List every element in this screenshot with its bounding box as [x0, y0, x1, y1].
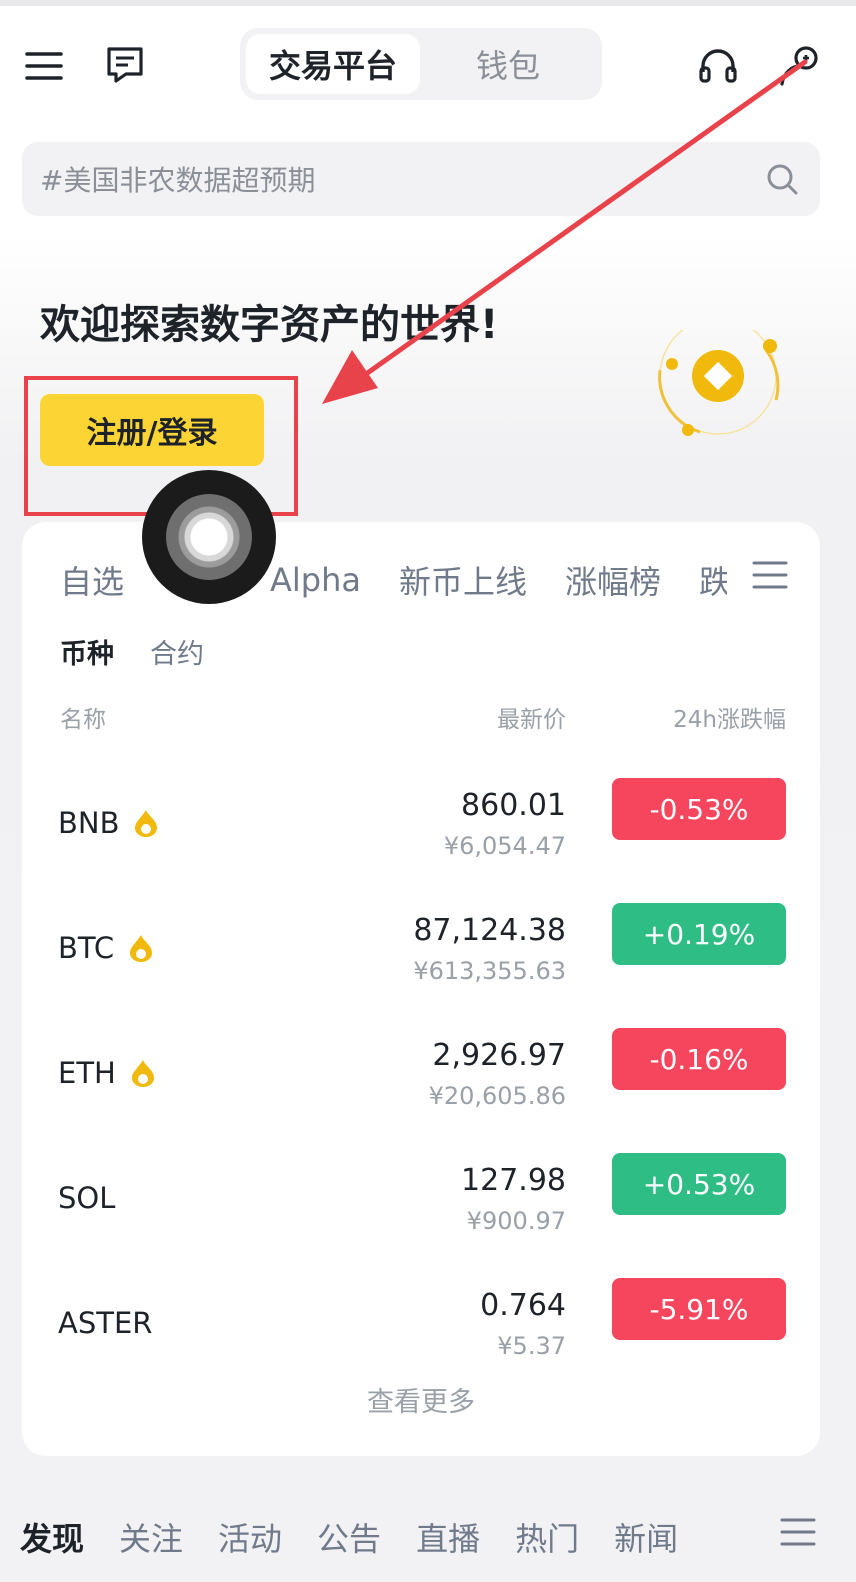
table-row[interactable]: ETH 2,926.97 ¥20,605.86 -0.16% [22, 1028, 820, 1162]
price-value: 2,926.97 [432, 1038, 566, 1073]
column-header-change[interactable]: 24h涨跌幅 [673, 700, 786, 734]
tab-news[interactable]: 新闻 [614, 1514, 678, 1560]
symbol-cell: ETH [58, 1056, 156, 1090]
message-icon[interactable] [102, 42, 148, 88]
register-login-button[interactable]: 注册/登录 [40, 394, 264, 466]
feed-tabs: 发现 关注 活动 公告 直播 热门 新闻 [20, 1512, 840, 1562]
change-badge[interactable]: -0.53% [612, 778, 786, 840]
tab-alpha[interactable]: Alpha [270, 561, 361, 599]
tab-discover[interactable]: 发现 [20, 1514, 84, 1560]
tab-trending[interactable]: 热门 [515, 1514, 579, 1560]
symbol-cell: SOL [58, 1181, 115, 1215]
tab-new-listings[interactable]: 新币上线 [399, 557, 527, 603]
search-icon[interactable] [762, 159, 802, 199]
menu-icon[interactable] [22, 44, 66, 88]
tab-activities[interactable]: 活动 [218, 1514, 282, 1560]
headset-icon[interactable] [694, 42, 742, 90]
change-badge[interactable]: -5.91% [612, 1278, 786, 1340]
flame-icon [128, 933, 154, 963]
price-value: 127.98 [461, 1163, 566, 1198]
symbol-cell: ASTER [58, 1306, 152, 1340]
symbol-label: ASTER [58, 1306, 153, 1340]
change-badge[interactable]: -0.16% [612, 1028, 786, 1090]
touch-indicator-icon [142, 470, 276, 604]
tab-wallet[interactable]: 钱包 [420, 34, 596, 94]
symbol-cell: BTC [58, 931, 154, 965]
feed-menu-icon[interactable] [780, 1512, 820, 1558]
price-cny: ¥900.97 [466, 1207, 566, 1235]
price-cny: ¥613,355.63 [413, 957, 566, 985]
platform-switch: 交易平台 钱包 [240, 28, 602, 100]
symbol-label: ETH [58, 1056, 116, 1090]
coin-illustration-icon [650, 317, 786, 440]
tabs-menu-icon[interactable] [752, 558, 792, 598]
tab-gainers[interactable]: 涨幅榜 [565, 557, 661, 603]
tab-exchange[interactable]: 交易平台 [246, 34, 420, 94]
tab-following[interactable]: 关注 [119, 1514, 183, 1560]
symbol-label: BNB [58, 806, 120, 840]
top-divider [0, 0, 856, 6]
change-badge[interactable]: +0.53% [612, 1153, 786, 1215]
change-badge[interactable]: +0.19% [612, 903, 786, 965]
flame-icon [133, 808, 159, 838]
subtab-futures[interactable]: 合约 [150, 632, 204, 671]
column-header-name[interactable]: 名称 [60, 700, 106, 734]
symbol-cell: BNB [58, 806, 159, 840]
user-icon[interactable] [774, 40, 826, 92]
table-row[interactable]: BTC 87,124.38 ¥613,355.63 +0.19% [22, 903, 820, 1037]
price-value: 87,124.38 [413, 913, 566, 948]
view-more-link[interactable]: 查看更多 [22, 1380, 820, 1419]
search-bar[interactable]: #美国非农数据超预期 [22, 142, 820, 216]
market-card: 自选 Alpha 新币上线 涨幅榜 跌 币种 合约 名称 最新价 24h涨跌幅 … [22, 522, 820, 1456]
flame-icon [130, 1058, 156, 1088]
welcome-title: 欢迎探索数字资产的世界! [40, 302, 499, 348]
tab-live[interactable]: 直播 [416, 1514, 480, 1560]
symbol-label: BTC [58, 931, 115, 965]
price-cny: ¥5.37 [497, 1332, 566, 1360]
price-cny: ¥6,054.47 [443, 832, 566, 860]
market-subtabs: 币种 合约 [60, 632, 204, 671]
column-header-price[interactable]: 最新价 [497, 700, 566, 734]
subtab-spot[interactable]: 币种 [60, 632, 114, 671]
tab-losers[interactable]: 跌 [699, 557, 727, 603]
table-row[interactable]: BNB 860.01 ¥6,054.47 -0.53% [22, 778, 820, 912]
symbol-label: SOL [58, 1181, 116, 1215]
search-input[interactable]: #美国非农数据超预期 [40, 159, 762, 199]
table-row[interactable]: SOL 127.98 ¥900.97 +0.53% [22, 1153, 820, 1287]
price-value: 0.764 [480, 1288, 566, 1323]
tab-announcements[interactable]: 公告 [317, 1514, 381, 1560]
price-cny: ¥20,605.86 [428, 1082, 566, 1110]
price-value: 860.01 [461, 788, 566, 823]
